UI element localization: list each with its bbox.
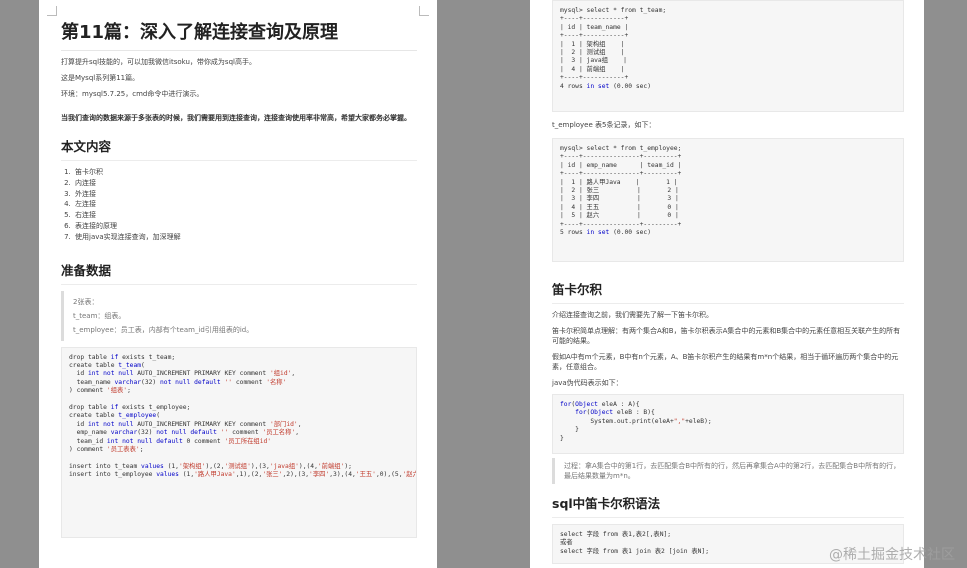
heading-prep-data: 准备数据 [61,257,417,285]
toc-item[interactable]: 内连接 [73,178,417,189]
document-page-left: 第11篇：深入了解连接查询及原理 打算提升sql技能的，可以加我微信itsoku… [39,0,437,568]
heading-cartesian: 笛卡尔积 [552,276,904,304]
document-page-right: mysql> select * from t_team; +----+-----… [530,0,924,568]
code-block-java: for(Object eleA : A){ for(Object eleB : … [552,394,904,454]
heading-toc: 本文内容 [61,133,417,161]
toc-item[interactable]: 笛卡尔积 [73,167,417,178]
code-block-create-tables: drop table if exists t_team; create tabl… [61,346,417,538]
intro-line: 这是Mysql系列第11篇。 [61,74,140,82]
toc-item[interactable]: 表连接的原理 [73,221,417,232]
toc-list: 笛卡尔积 内连接 外连接 左连接 右连接 表连接的原理 使用java实现连接查询… [61,167,417,243]
toc-item[interactable]: 左连接 [73,199,417,210]
toc-item[interactable]: 外连接 [73,189,417,200]
code-block-select-team: mysql> select * from t_team; +----+-----… [552,0,904,112]
quote-line: 过程：拿A集合中的第1行，去匹配集合B中所有的行，然后再拿集合A中的第2行，去匹… [564,462,901,480]
prep-quote: 2张表： t_team：组表。 t_employee：员工表，内部有个team_… [61,290,417,341]
page-corner-mark [47,6,57,16]
toc-item[interactable]: 右连接 [73,210,417,221]
quote-line: t_team：组表。 [73,311,126,320]
article-title: 第11篇：深入了解连接查询及原理 [61,8,417,51]
intro-line: 环境：mysql5.7.25，cmd命令中进行演示。 [61,90,204,98]
emp-intro: t_employee 表5条记录，如下： [552,121,656,129]
quote-line: t_employee：员工表，内部有个team_id引用组表的id。 [73,325,254,334]
cartesian-para: 假如A中有m个元素，B中有n个元素，A、B笛卡尔积产生的结果有m*n个结果，相当… [552,353,899,371]
intro-note: 当我们查询的数据来源于多张表的时候，我们需要用到连接查询，连接查询使用率非常高，… [61,114,411,122]
page-corner-mark [419,6,429,16]
code-block-select-employee: mysql> select * from t_employee; +----+-… [552,138,904,262]
java-intro: java伪代码表示如下： [552,379,623,387]
process-quote: 过程：拿A集合中的第1行，去匹配集合B中所有的行，然后再拿集合A中的第2行，去匹… [552,458,904,484]
cartesian-para: 介绍连接查询之前，我们需要先了解一下笛卡尔积。 [552,311,713,319]
toc-item[interactable]: 使用java实现连接查询，加深理解 [73,232,417,243]
watermark: @稀土掘金技术社区 [829,547,955,563]
quote-line: 2张表： [73,297,99,306]
cartesian-para: 笛卡尔积简单点理解：有两个集合A和B，笛卡尔积表示A集合中的元素和B集合中的元素… [552,327,901,345]
heading-sql-cartesian: sql中笛卡尔积语法 [552,490,904,518]
intro-line: 打算提升sql技能的，可以加我微信itsoku，带你成为sql高手。 [61,58,256,66]
